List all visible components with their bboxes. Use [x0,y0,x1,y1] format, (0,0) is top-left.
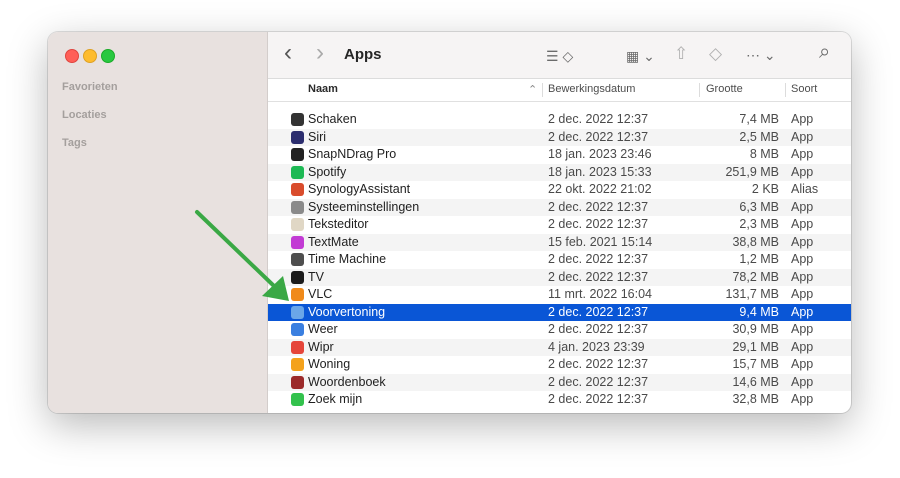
arrow-shaft [195,210,276,288]
annotation-arrow [195,210,289,301]
